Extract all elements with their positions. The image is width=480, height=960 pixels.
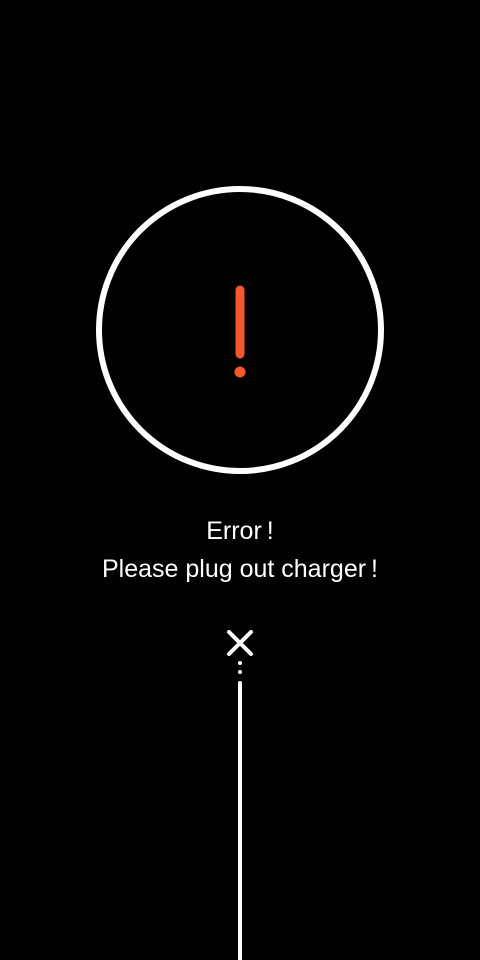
close-icon	[227, 630, 253, 656]
error-circle	[96, 186, 384, 474]
unplug-indicator	[220, 626, 260, 960]
error-title: Error !	[206, 517, 274, 545]
exclamation-icon	[234, 285, 246, 378]
error-message: Error ! Please plug out charger !	[0, 512, 480, 588]
dotted-connector	[238, 661, 242, 674]
error-instruction: Please plug out charger !	[101, 555, 378, 583]
